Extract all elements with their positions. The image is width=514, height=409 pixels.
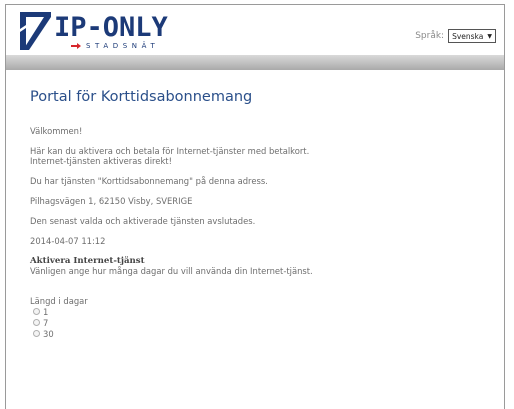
activate-instruction: Vänligen ange hur många dagar du vill an… bbox=[30, 266, 313, 276]
chevron-down-icon: ▼ bbox=[487, 32, 492, 40]
day-option-label: 7 bbox=[43, 317, 49, 328]
header-divider-bar bbox=[6, 55, 504, 70]
portal-window: IP-ONLY STADSNÄT Språk: Svenska ▼ Portal… bbox=[5, 4, 505, 409]
logo-arrow-icon bbox=[71, 43, 81, 49]
day-option-label: 30 bbox=[43, 328, 54, 339]
logo-name: IP-ONLY bbox=[54, 12, 168, 43]
language-selector: Språk: Svenska ▼ bbox=[415, 29, 496, 43]
page-title: Portal för Korttidsabonnemang bbox=[30, 89, 253, 105]
radio-button[interactable] bbox=[33, 308, 40, 315]
day-option-7[interactable]: 7 bbox=[33, 317, 504, 328]
days-label: Längd i dagar bbox=[30, 296, 88, 306]
logo-mark-icon bbox=[20, 12, 51, 50]
ip-only-logo[interactable]: IP-ONLY STADSNÄT bbox=[20, 12, 190, 52]
days-radio-group: 1 7 30 bbox=[30, 306, 504, 339]
address-text: Pilhagsvägen 1, 62150 Visby, SVERIGE bbox=[30, 196, 193, 206]
language-select[interactable]: Svenska ▼ bbox=[448, 29, 496, 43]
welcome-text: Välkommen! bbox=[30, 126, 83, 136]
info-line-1: Här kan du aktivera och betala för Inter… bbox=[30, 146, 310, 156]
language-select-value: Svenska bbox=[452, 31, 484, 41]
activate-heading: Aktivera Internet-tjänst bbox=[30, 256, 145, 266]
last-activated-text: Den senast valda och aktiverade tjänsten… bbox=[30, 216, 256, 226]
info-line-2: Internet-tjänsten aktiveras direkt! bbox=[30, 156, 172, 166]
last-activated-datetime: 2014-04-07 11:12 bbox=[30, 236, 106, 246]
service-text: Du har tjänsten "Korttidsabonnemang" på … bbox=[30, 176, 268, 186]
page-header: IP-ONLY STADSNÄT Språk: Svenska ▼ bbox=[6, 5, 504, 55]
main-content: Portal för Korttidsabonnemang Välkommen!… bbox=[6, 88, 504, 339]
language-label: Språk: bbox=[415, 31, 445, 41]
day-option-1[interactable]: 1 bbox=[33, 306, 504, 317]
day-option-30[interactable]: 30 bbox=[33, 328, 504, 339]
radio-button[interactable] bbox=[33, 330, 40, 337]
day-option-label: 1 bbox=[43, 306, 49, 317]
logo-subtext: STADSNÄT bbox=[86, 42, 160, 50]
radio-button[interactable] bbox=[33, 319, 40, 326]
